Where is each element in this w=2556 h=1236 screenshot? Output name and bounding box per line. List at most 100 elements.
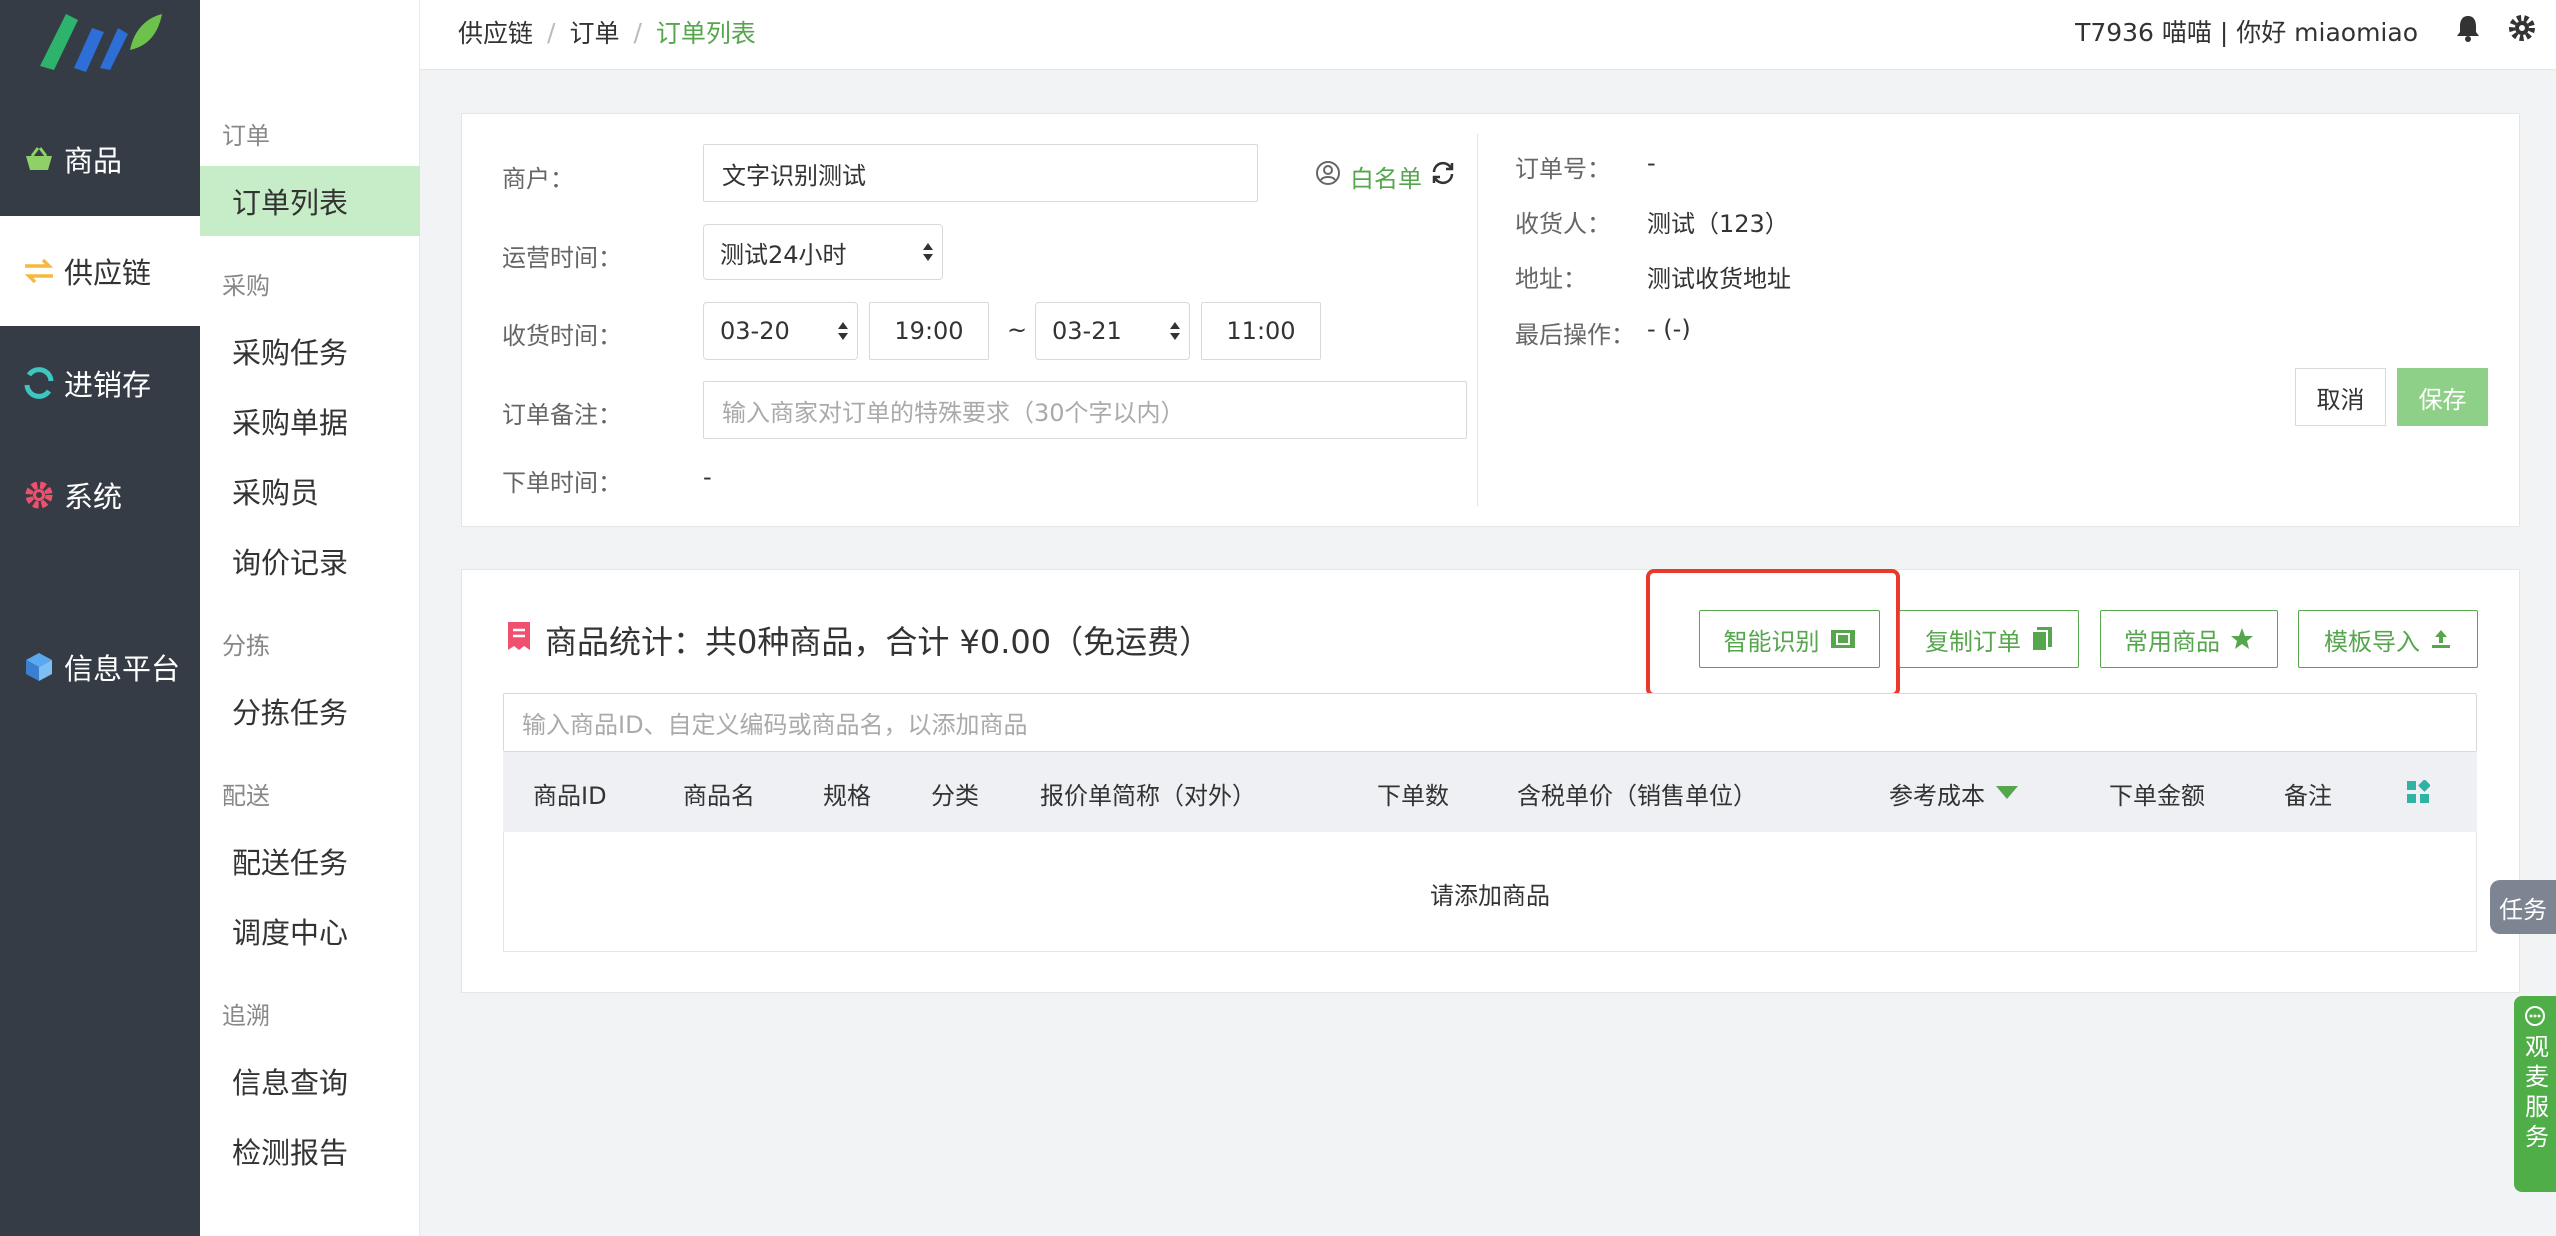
receive-time-label: 收货时间： [502, 322, 622, 350]
button-label: 智能识别 [1723, 627, 1820, 656]
breadcrumb-sep: / [547, 17, 556, 47]
table-header: 商品ID 商品名 规格 分类 报价单简称（对外） 下单数 含税单价（销售单位） … [503, 752, 2477, 832]
col-unit-price: 含税单价（销售单位） [1517, 782, 1757, 810]
receiver-label: 收货人： [1515, 210, 1611, 238]
copy-order-button[interactable]: 复制订单 [1899, 610, 2079, 668]
main-nav: 商品 供应链 进销存 系统 信息平台 [0, 0, 200, 1236]
whitelist-link[interactable]: 白名单 [1350, 159, 1422, 194]
sub-item-purchaser[interactable]: 采购员 [200, 456, 420, 526]
bell-icon[interactable] [2452, 12, 2484, 44]
nav-item-label: 进销存 [64, 368, 152, 402]
select-arrows-icon [838, 322, 848, 340]
goods-search-input[interactable]: 输入商品ID、自定义编码或商品名，以添加商品 [503, 693, 2477, 752]
sub-group-trace: 追溯 [222, 1002, 270, 1030]
gear-icon [22, 478, 56, 512]
table-body: 请添加商品 [503, 832, 2477, 952]
receive-start-date-select[interactable]: 03-20 [703, 302, 858, 360]
col-remark: 备注 [2284, 782, 2332, 810]
sub-group-sorting: 分拣 [222, 632, 270, 660]
order-time-value: - [703, 463, 712, 491]
ops-time-select[interactable]: 测试24小时 [703, 224, 943, 280]
service-label: 观麦服务 [2520, 1034, 2549, 1154]
nav-item-system[interactable]: 系统 [0, 440, 200, 550]
user-greeting[interactable]: T7936 喵喵 | 你好 miaomiao [2075, 13, 2418, 49]
breadcrumb-supply-chain[interactable]: 供应链 [458, 14, 533, 50]
col-quote-alias: 报价单简称（对外） [1040, 782, 1256, 810]
nav-item-inventory[interactable]: 进销存 [0, 328, 200, 438]
receive-end-time-input[interactable]: 11:00 [1201, 302, 1321, 360]
col-spec: 规格 [823, 782, 871, 810]
nav-item-goods[interactable]: 商品 [0, 104, 200, 214]
order-time-label: 下单时间： [502, 469, 622, 497]
breadcrumb-sep: / [633, 17, 642, 47]
nav-item-label: 系统 [64, 480, 123, 514]
button-label: 常用商品 [2124, 627, 2220, 656]
smart-recognize-button[interactable]: 智能识别 [1699, 610, 1880, 668]
top-bar: 供应链 / 订单 / 订单列表 T7936 喵喵 | 你好 miaomiao [420, 0, 2556, 70]
star-icon [2231, 628, 2253, 649]
address-label: 地址： [1515, 265, 1587, 293]
col-order-amount: 下单金额 [2109, 782, 2205, 810]
cancel-button[interactable]: 取消 [2295, 368, 2386, 426]
order-card: 商户： 文字识别测试 白名单 运营时间： 测试24小时 收货时间： 03-20 … [461, 113, 2520, 527]
breadcrumb: 供应链 / 订单 / 订单列表 [458, 14, 756, 50]
select-arrows-icon [923, 243, 933, 261]
task-side-tab[interactable]: 任务 [2490, 880, 2556, 934]
last-op-value: - (-) [1647, 315, 1691, 343]
common-goods-button[interactable]: 常用商品 [2100, 610, 2278, 668]
receive-end-date: 03-21 [1052, 317, 1122, 345]
sub-item-dispatch[interactable]: 调度中心 [200, 896, 420, 966]
order-no-value: - [1647, 149, 1656, 177]
receive-start-date: 03-20 [720, 317, 790, 345]
breadcrumb-order[interactable]: 订单 [569, 14, 619, 50]
sort-down-icon[interactable] [1995, 784, 2019, 800]
sub-item-delivery-task[interactable]: 配送任务 [200, 826, 420, 896]
nav-item-supply-chain[interactable]: 供应链 [0, 216, 200, 326]
receive-start-time-input[interactable]: 19:00 [869, 302, 989, 360]
ops-time-label: 运营时间： [502, 244, 622, 272]
sub-item-purchase-task[interactable]: 采购任务 [200, 316, 420, 386]
upload-icon [2432, 630, 2450, 648]
cube-icon [22, 650, 56, 684]
nav-item-label: 供应链 [64, 256, 152, 290]
ops-time-value: 测试24小时 [720, 240, 847, 269]
sub-item-sorting-task[interactable]: 分拣任务 [200, 676, 420, 746]
copy-icon [2031, 627, 2052, 652]
chat-icon [2525, 1006, 2545, 1026]
select-arrows-icon [1170, 322, 1180, 340]
template-import-button[interactable]: 模板导入 [2298, 610, 2478, 668]
user-circle-icon [1316, 161, 1340, 185]
nav-item-info-platform[interactable]: 信息平台 [0, 612, 200, 722]
cycle-icon [22, 366, 56, 400]
merchant-label: 商户： [502, 165, 574, 193]
sub-item-info-query[interactable]: 信息查询 [200, 1046, 420, 1116]
col-ref-cost[interactable]: 参考成本 [1889, 776, 1985, 811]
sub-item-test-report[interactable]: 检测报告 [200, 1116, 420, 1186]
remark-input[interactable]: 输入商家对订单的特殊要求（30个字以内） [703, 381, 1467, 439]
refresh-icon[interactable] [1430, 160, 1456, 186]
receive-end-date-select[interactable]: 03-21 [1035, 302, 1190, 360]
save-button[interactable]: 保存 [2397, 368, 2488, 426]
last-op-label: 最后操作： [1515, 321, 1635, 349]
sub-group-order: 订单 [222, 122, 270, 150]
nav-item-label: 信息平台 [64, 652, 181, 686]
merchant-field[interactable]: 文字识别测试 [703, 144, 1258, 202]
sub-item-purchase-bill[interactable]: 采购单据 [200, 386, 420, 456]
sub-item-order-list[interactable]: 订单列表 [200, 166, 420, 236]
button-label: 复制订单 [1925, 627, 2021, 656]
goods-summary: 商品统计：共0种商品，合计 ¥0.00（免运费） [545, 623, 1212, 661]
col-goods-name: 商品名 [683, 782, 755, 810]
vertical-divider [1477, 134, 1478, 506]
settings-gear-icon[interactable] [2506, 12, 2538, 44]
exchange-icon [22, 254, 56, 288]
sub-nav: 订单 订单列表 采购 采购任务 采购单据 采购员 询价记录 分拣 分拣任务 配送… [200, 0, 420, 1236]
receiver-value: 测试（123） [1647, 210, 1789, 238]
service-side-tab[interactable]: 观麦服务 [2514, 996, 2556, 1192]
remark-label: 订单备注： [502, 401, 622, 429]
column-settings-icon[interactable] [2406, 780, 2430, 804]
sub-group-purchase: 采购 [222, 272, 270, 300]
order-no-label: 订单号： [1515, 155, 1611, 183]
sub-group-delivery: 配送 [222, 782, 270, 810]
sub-item-inquiry[interactable]: 询价记录 [200, 526, 420, 596]
nav-item-label: 商品 [64, 144, 123, 178]
